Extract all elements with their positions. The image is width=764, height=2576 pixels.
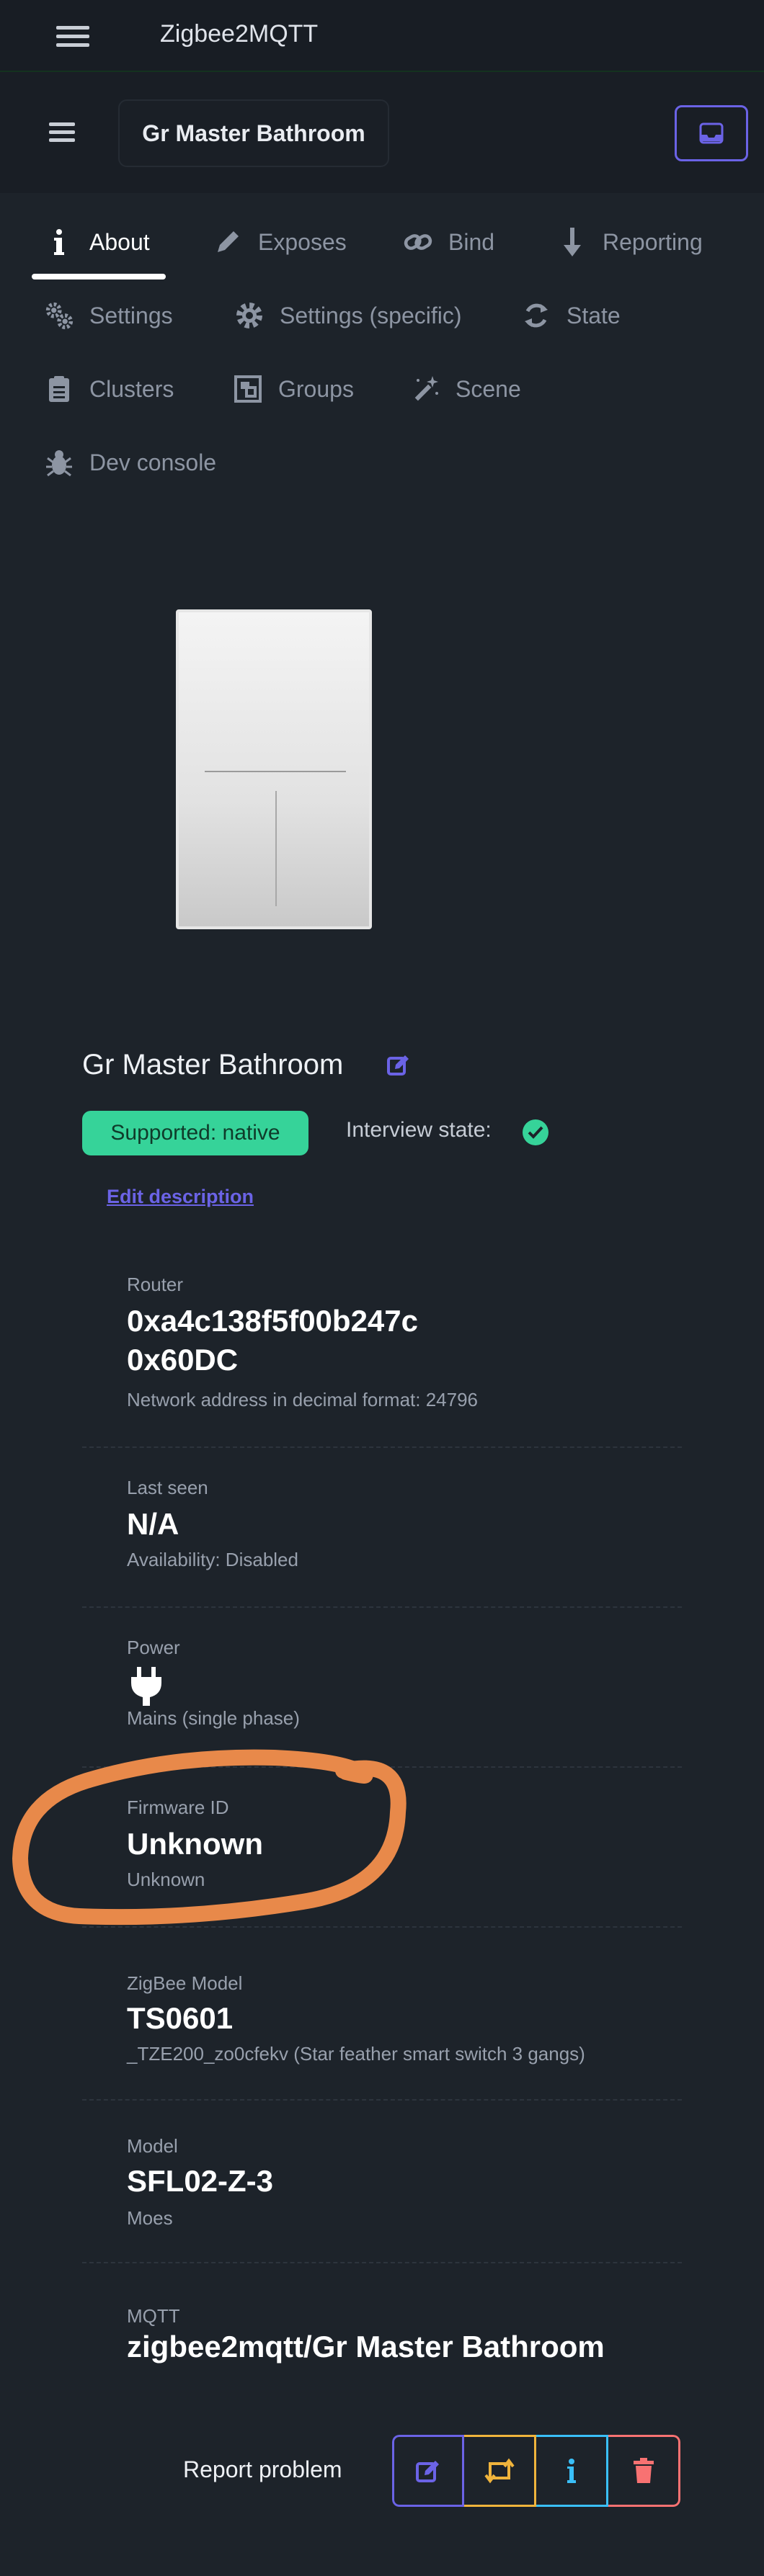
object-group-icon [234,375,262,403]
report-problem-button[interactable]: Report problem [183,2456,342,2483]
plug-icon [130,1665,163,1711]
tab-label: Scene [456,375,521,402]
pencil-icon [213,228,242,256]
menu-icon[interactable] [56,26,89,49]
card-label: ZigBee Model [127,1972,243,1994]
tab-settings-specific[interactable]: Settings (specific) [235,294,462,337]
tab-groups[interactable]: Groups [234,367,354,411]
card-label: MQTT [127,2305,180,2327]
gears-icon [45,301,74,330]
info-icon [567,2459,576,2483]
card-label: Model [127,2135,178,2157]
clipboard-icon [45,375,74,403]
tab-label: Settings [89,302,173,328]
info-icon [45,228,74,256]
edit-icon [416,2461,439,2482]
inbox-button[interactable] [675,105,748,161]
tab-label: Dev console [89,449,217,475]
gear-icon [235,301,264,330]
tab-label: Reporting [603,228,703,255]
magic-wand-icon [411,375,440,403]
tab-label: Bind [448,228,495,255]
tab-state[interactable]: State [522,294,621,337]
zigbee-model-value: TS0601 [127,2001,234,2035]
mqtt-topic-value: zigbee2mqtt/Gr Master Bathroom [127,2330,605,2363]
tab-label: Settings (specific) [280,302,462,328]
reconfigure-button[interactable] [464,2435,536,2507]
card-subtext: _TZE200_zo0cfekv (Star feather smart swi… [127,2043,585,2065]
tab-label: About [89,228,150,255]
card-subtext: Availability: Disabled [127,1549,298,1570]
tab-label: State [567,302,621,328]
tab-label: Exposes [258,228,347,255]
tab-label: Clusters [89,375,174,402]
interview-state-label: Interview state: [346,1118,492,1142]
tab-scene[interactable]: Scene [411,367,521,411]
inbox-icon [699,122,724,144]
tab-about[interactable]: About [45,220,150,264]
device-menu-icon[interactable] [49,122,75,144]
tab-clusters[interactable]: Clusters [45,367,174,411]
app-title: Zigbee2MQTT [160,20,319,48]
device-name-field[interactable]: Gr Master Bathroom [118,99,389,167]
active-tab-indicator [32,274,166,279]
last-seen-value: N/A [127,1507,179,1541]
card-label: Power [127,1637,180,1658]
zigbee-model-card: ZigBee Model TS0601 _TZE200_zo0cfekv (St… [82,1928,682,2101]
router-card: Router 0xa4c138f5f00b247c 0x60DC Network… [82,1253,682,1448]
tab-bind[interactable]: Bind [404,220,494,264]
device-header: Gr Master Bathroom [0,72,764,193]
retweet-icon [484,2458,515,2484]
power-card: Power Mains (single phase) [82,1608,682,1768]
edit-name-icon[interactable] [386,1053,411,1081]
network-address: 0x60DC [127,1343,239,1377]
ieee-address: 0xa4c138f5f00b247c [127,1304,419,1338]
rename-button[interactable] [392,2435,464,2507]
card-subtext: Network address in decimal format: 24796 [127,1389,479,1410]
card-subtext: Mains (single phase) [127,1707,300,1729]
device-action-group [392,2435,680,2507]
model-card: Model SFL02-Z-3 Moes [82,2101,682,2263]
tab-exposes[interactable]: Exposes [213,220,347,264]
vendor-subtext: Moes [127,2207,173,2229]
app-topbar: Zigbee2MQTT [0,0,764,72]
footer-actions: Report problem [0,2435,764,2507]
card-label: Router [127,1274,184,1295]
card-label: Firmware ID [127,1797,229,1818]
mqtt-card: MQTT zigbee2mqtt/Gr Master Bathroom [82,2263,682,2376]
edit-description-link[interactable]: Edit description [107,1186,254,1208]
tab-label: Groups [278,375,354,402]
bug-icon [45,448,74,477]
remove-button[interactable] [608,2435,680,2507]
support-badge: Supported: native [82,1111,308,1155]
tab-dev-console[interactable]: Dev console [45,441,216,484]
tab-settings[interactable]: Settings [45,294,173,337]
firmware-value: Unknown [127,1827,263,1861]
card-subtext: Unknown [127,1869,205,1890]
last-seen-card: Last seen N/A Availability: Disabled [82,1448,682,1608]
card-label: Last seen [127,1477,208,1498]
sync-icon [522,301,551,330]
interview-button[interactable] [536,2435,608,2507]
firmware-card: Firmware ID Unknown Unknown [82,1768,682,1928]
model-value: SFL02-Z-3 [127,2164,274,2198]
trash-icon [633,2458,654,2483]
arrow-down-icon [558,228,587,256]
link-icon [404,228,432,256]
tab-reporting[interactable]: Reporting [558,220,703,264]
check-circle-icon [522,1119,549,1150]
device-image [176,609,372,929]
device-heading: Gr Master Bathroom [82,1049,344,1081]
